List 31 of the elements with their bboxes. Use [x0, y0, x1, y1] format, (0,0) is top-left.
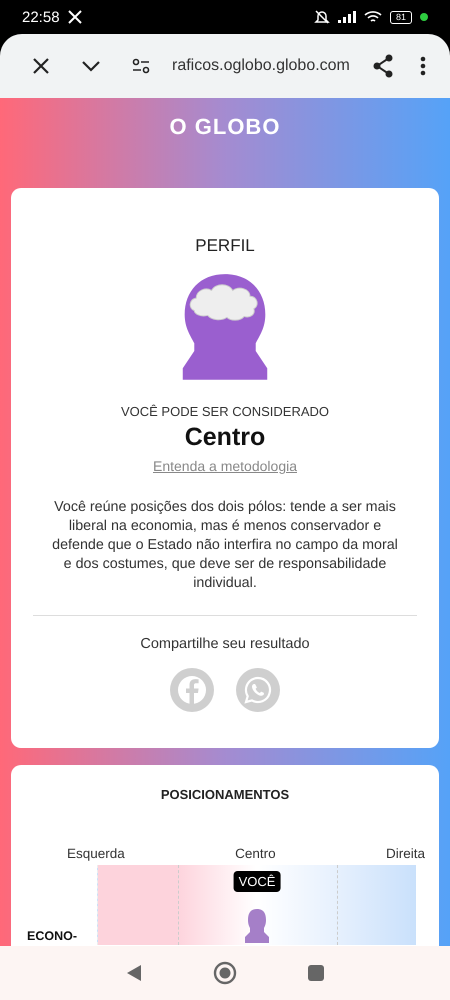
card-title: POSICIONAMENTOS — [160, 787, 290, 802]
whatsapp-icon — [244, 676, 272, 704]
mute-icon — [314, 10, 330, 24]
x-logo-icon — [68, 10, 82, 24]
result-description: Você reúne posições dos dois pólos: tende a ser mais liberal na economia, mas é menos conservador e defende que o Estado não interfira no campo da moral e dos costumes, que deve ser de responsabilidade individual. — [51, 498, 399, 593]
share-icon — [372, 54, 394, 78]
chevron-down-icon — [81, 60, 101, 72]
card-title: PERFIL — [195, 236, 255, 256]
status-time: 22:58 — [22, 8, 60, 26]
share-label: Compartilhe seu resultado — [140, 636, 310, 652]
scale-label: Direita — [386, 846, 425, 861]
you-tooltip: VOCÊ — [234, 871, 280, 892]
result-kicker: VOCÊ PODE SER CONSIDERADO — [120, 404, 330, 419]
notification-dot — [420, 13, 428, 21]
back-button[interactable] — [125, 964, 143, 982]
result-title: Centro — [184, 423, 266, 452]
site-logo[interactable]: O GLOBO — [170, 114, 280, 140]
recents-button[interactable] — [307, 964, 325, 982]
facebook-icon — [177, 675, 207, 705]
close-icon — [32, 57, 50, 75]
wifi-icon — [364, 10, 382, 24]
row-label: ECONO- — [26, 929, 78, 945]
scale-label: Esquerda — [67, 846, 125, 861]
url-text[interactable]: raficos.oglobo.globo.com — [172, 57, 358, 75]
scale-label: Centro — [235, 846, 276, 861]
home-button[interactable] — [213, 961, 237, 985]
sliders-icon — [131, 58, 151, 74]
battery-level: 81 — [390, 10, 412, 24]
signal-icon — [338, 11, 356, 23]
menu-icon — [420, 56, 426, 76]
methodology-link[interactable]: Entenda a metodologia — [153, 458, 297, 474]
